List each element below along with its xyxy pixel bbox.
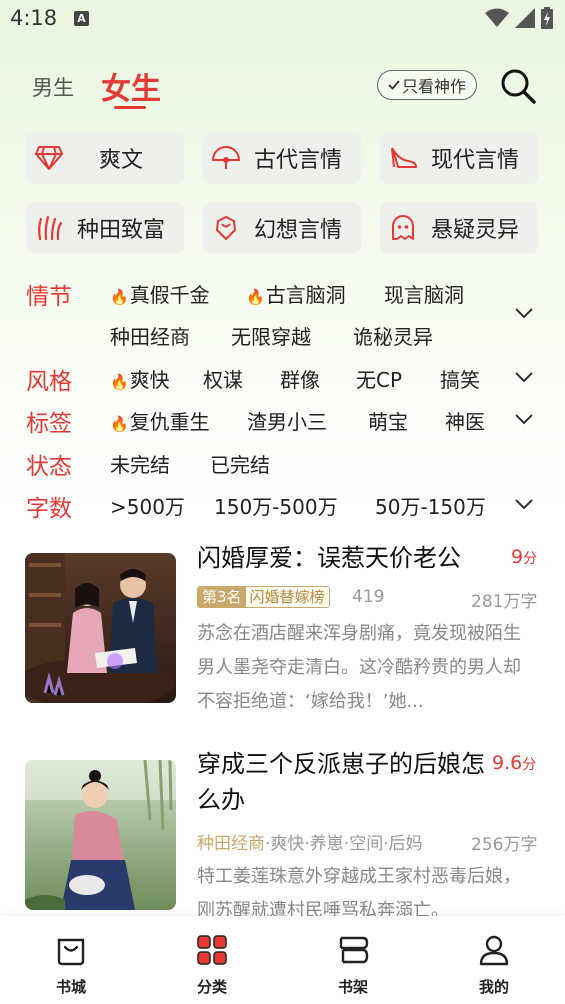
fire-icon: 🔥	[110, 415, 129, 433]
filter-tags-item[interactable]: 萌宝	[368, 406, 408, 435]
filter-plot-item[interactable]: 现言脑洞	[384, 279, 464, 308]
filter-label-tags: 标签	[26, 411, 72, 437]
masterpiece-label: 只看神作	[401, 77, 466, 96]
book-description: 苏念在酒店醒来浑身剧痛，竟发现被陌生男人墨尧夺走清白。这冷酷矜贵的男人却不容拒绝…	[197, 623, 521, 712]
nav-category[interactable]: 分类	[172, 934, 252, 997]
nav-bookstore[interactable]: 书城	[31, 934, 111, 997]
book-score: 9分	[511, 546, 538, 568]
ghost-icon	[392, 215, 414, 240]
filter-label-style: 风格	[26, 369, 72, 395]
filter-label-state: 状态	[26, 454, 72, 480]
crops-icon	[38, 215, 63, 241]
book-tags: 种田经商·爽快·养崽·空间·后妈	[197, 829, 423, 854]
book-cover-illustration	[25, 760, 176, 910]
filter-style-item[interactable]: 权谋	[203, 364, 243, 393]
fire-icon: 🔥	[246, 288, 265, 306]
rank-badge[interactable]: 第3名 闪婚替嫁榜	[197, 586, 330, 608]
category-shuangwen[interactable]: 爽文	[26, 132, 184, 184]
filter-words-item[interactable]: 50万-150万	[375, 491, 486, 520]
fire-icon: 🔥	[110, 288, 129, 306]
book-description: 特工姜莲珠意外穿越成王家村恶毒后娘，刚苏醒就遭村民唾骂私奔溺亡。	[197, 866, 521, 916]
word-count: 281万字	[471, 592, 538, 612]
category-label: 种田致富	[76, 218, 165, 243]
book-cover-illustration	[25, 553, 176, 703]
filter-style-item[interactable]: 无CP	[356, 364, 402, 393]
filter-words-item[interactable]: 150万-500万	[214, 491, 338, 520]
status-time: 4:18	[10, 6, 58, 30]
chevron-down-icon[interactable]	[513, 306, 535, 320]
filter-style-item[interactable]: 🔥爽快	[110, 364, 170, 393]
bookstore-icon	[57, 938, 85, 966]
filter-tags-item[interactable]: 🔥复仇重生	[110, 406, 210, 435]
book-tag-primary[interactable]: 种田经商	[197, 834, 265, 854]
filter-label-plot: 情节	[26, 284, 72, 310]
filter-tags-item[interactable]: 渣男小三	[247, 406, 327, 435]
tab-male[interactable]: 男生	[32, 72, 74, 102]
category-label: 古代言情	[253, 148, 342, 173]
diamond-icon	[35, 146, 63, 170]
filter-tags-item[interactable]: 神医	[445, 406, 485, 435]
book-score: 9.6分	[492, 752, 537, 774]
category-farming[interactable]: 种田致富	[26, 202, 184, 254]
book-tags-rest: ·爽快·养崽·空间·后妈	[265, 834, 423, 854]
nav-profile[interactable]: 我的	[454, 934, 534, 997]
filter-plot-item[interactable]: 诡秘灵异	[353, 321, 433, 350]
high-heel-icon	[391, 147, 417, 168]
fire-icon: 🔥	[110, 373, 129, 391]
book-cover[interactable]	[25, 760, 176, 910]
filter-style-item[interactable]: 群像	[280, 364, 320, 393]
book-cover[interactable]	[25, 553, 176, 703]
filter-words-item[interactable]: >500万	[110, 491, 185, 520]
bottom-nav: 书城 分类 书架 我的	[0, 916, 565, 1004]
category-mystery[interactable]: 悬疑灵异	[380, 202, 538, 254]
bookshelf-icon	[339, 936, 369, 964]
notification-a-icon: A	[74, 11, 89, 26]
status-icons	[485, 7, 553, 29]
status-bar: 4:18 A	[0, 0, 565, 38]
rank-position: 第3名	[198, 587, 246, 607]
profile-icon	[479, 935, 509, 966]
search-icon[interactable]	[499, 67, 537, 105]
chevron-down-icon[interactable]	[513, 497, 535, 511]
book-title[interactable]: 闪婚厚爱：误惹天价老公	[197, 540, 461, 576]
masterpiece-only-button[interactable]: 只看神作	[377, 70, 477, 100]
category-modern-romance[interactable]: 现代言情	[380, 132, 538, 184]
nav-bookshelf[interactable]: 书架	[313, 934, 393, 997]
filter-plot-item[interactable]: 种田经商	[110, 321, 190, 350]
category-ancient-romance[interactable]: 古代言情	[203, 132, 361, 184]
filter-plot-item[interactable]: 无限穿越	[231, 321, 311, 350]
chevron-down-icon[interactable]	[513, 412, 535, 426]
rank-list-name: 闪婚替嫁榜	[245, 587, 329, 607]
book-title[interactable]: 穿成三个反派崽子的后娘怎么办	[197, 746, 487, 818]
filter-plot-item[interactable]: 🔥古言脑洞	[246, 279, 346, 308]
category-icon	[197, 935, 227, 965]
tab-active-indicator	[114, 106, 146, 109]
rank-value: 419	[352, 587, 385, 607]
filter-label-words: 字数	[26, 496, 72, 522]
filter-state-item[interactable]: 已完结	[210, 449, 270, 478]
category-label: 幻想言情	[253, 218, 342, 243]
category-label: 现代言情	[430, 148, 519, 173]
fan-icon	[211, 146, 241, 169]
category-label: 悬疑灵异	[430, 218, 519, 243]
category-fantasy-romance[interactable]: 幻想言情	[203, 202, 361, 254]
category-label: 爽文	[98, 148, 143, 173]
check-icon	[388, 80, 400, 90]
chevron-down-icon[interactable]	[513, 370, 535, 384]
wifi-icon	[485, 8, 509, 27]
filter-state-item[interactable]: 未完结	[110, 449, 170, 478]
filter-style-item[interactable]: 搞笑	[440, 364, 480, 393]
battery-icon	[541, 7, 553, 29]
filter-plot-item[interactable]: 🔥真假千金	[110, 279, 210, 308]
word-count: 256万字	[471, 835, 538, 855]
tab-female[interactable]: 女生	[101, 64, 161, 108]
rose-icon	[216, 216, 236, 240]
signal-icon	[515, 8, 535, 28]
